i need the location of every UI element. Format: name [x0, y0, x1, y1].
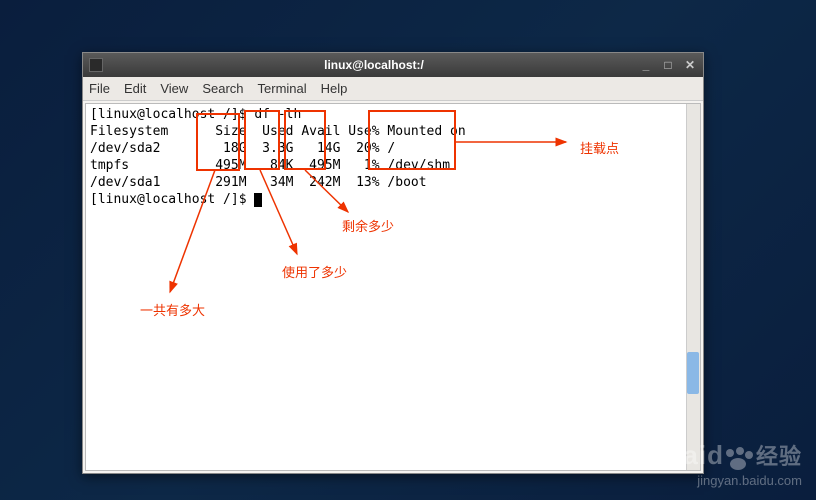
scroll-thumb[interactable] — [687, 352, 699, 394]
title-bar[interactable]: linux@localhost:/ _ □ ✕ — [83, 53, 703, 77]
menu-terminal[interactable]: Terminal — [258, 81, 307, 96]
menu-help[interactable]: Help — [321, 81, 348, 96]
watermark-brand2: 经验 — [756, 444, 802, 469]
window-title: linux@localhost:/ — [109, 58, 639, 72]
label-size: 一共有多大 — [140, 300, 205, 319]
terminal-output: [linux@localhost /]$ df -lh Filesystem S… — [86, 104, 700, 210]
close-button[interactable]: ✕ — [683, 58, 697, 72]
output-row: /dev/sda2 18G 3.3G 14G 20% / — [90, 141, 395, 156]
menu-search[interactable]: Search — [202, 81, 243, 96]
watermark-url: jingyan.baidu.com — [664, 473, 802, 488]
label-mount: 挂载点 — [580, 138, 619, 157]
scrollbar[interactable] — [686, 104, 700, 470]
terminal-body[interactable]: [linux@localhost /]$ df -lh Filesystem S… — [85, 103, 701, 471]
menu-view[interactable]: View — [160, 81, 188, 96]
maximize-button[interactable]: □ — [661, 58, 675, 72]
menu-file[interactable]: File — [89, 81, 110, 96]
minimize-button[interactable]: _ — [639, 58, 653, 72]
label-used: 使用了多少 — [282, 262, 347, 281]
prompt-line: [linux@localhost /]$ df -lh — [90, 107, 301, 122]
terminal-window: linux@localhost:/ _ □ ✕ File Edit View S… — [82, 52, 704, 474]
terminal-icon — [89, 58, 103, 72]
output-header: Filesystem Size Used Avail Use% Mounted … — [90, 124, 466, 139]
label-avail: 剩余多少 — [342, 216, 394, 235]
watermark-brand: Baid — [664, 440, 724, 470]
menu-edit[interactable]: Edit — [124, 81, 146, 96]
cursor — [254, 193, 262, 207]
prompt-line: [linux@localhost /]$ — [90, 192, 254, 207]
watermark: Baid 经验 jingyan.baidu.com — [664, 439, 802, 488]
output-row: /dev/sda1 291M 34M 242M 13% /boot — [90, 175, 427, 190]
output-row: tmpfs 495M 84K 495M 1% /dev/shm — [90, 158, 450, 173]
paw-icon — [724, 449, 752, 471]
menu-bar: File Edit View Search Terminal Help — [83, 77, 703, 101]
